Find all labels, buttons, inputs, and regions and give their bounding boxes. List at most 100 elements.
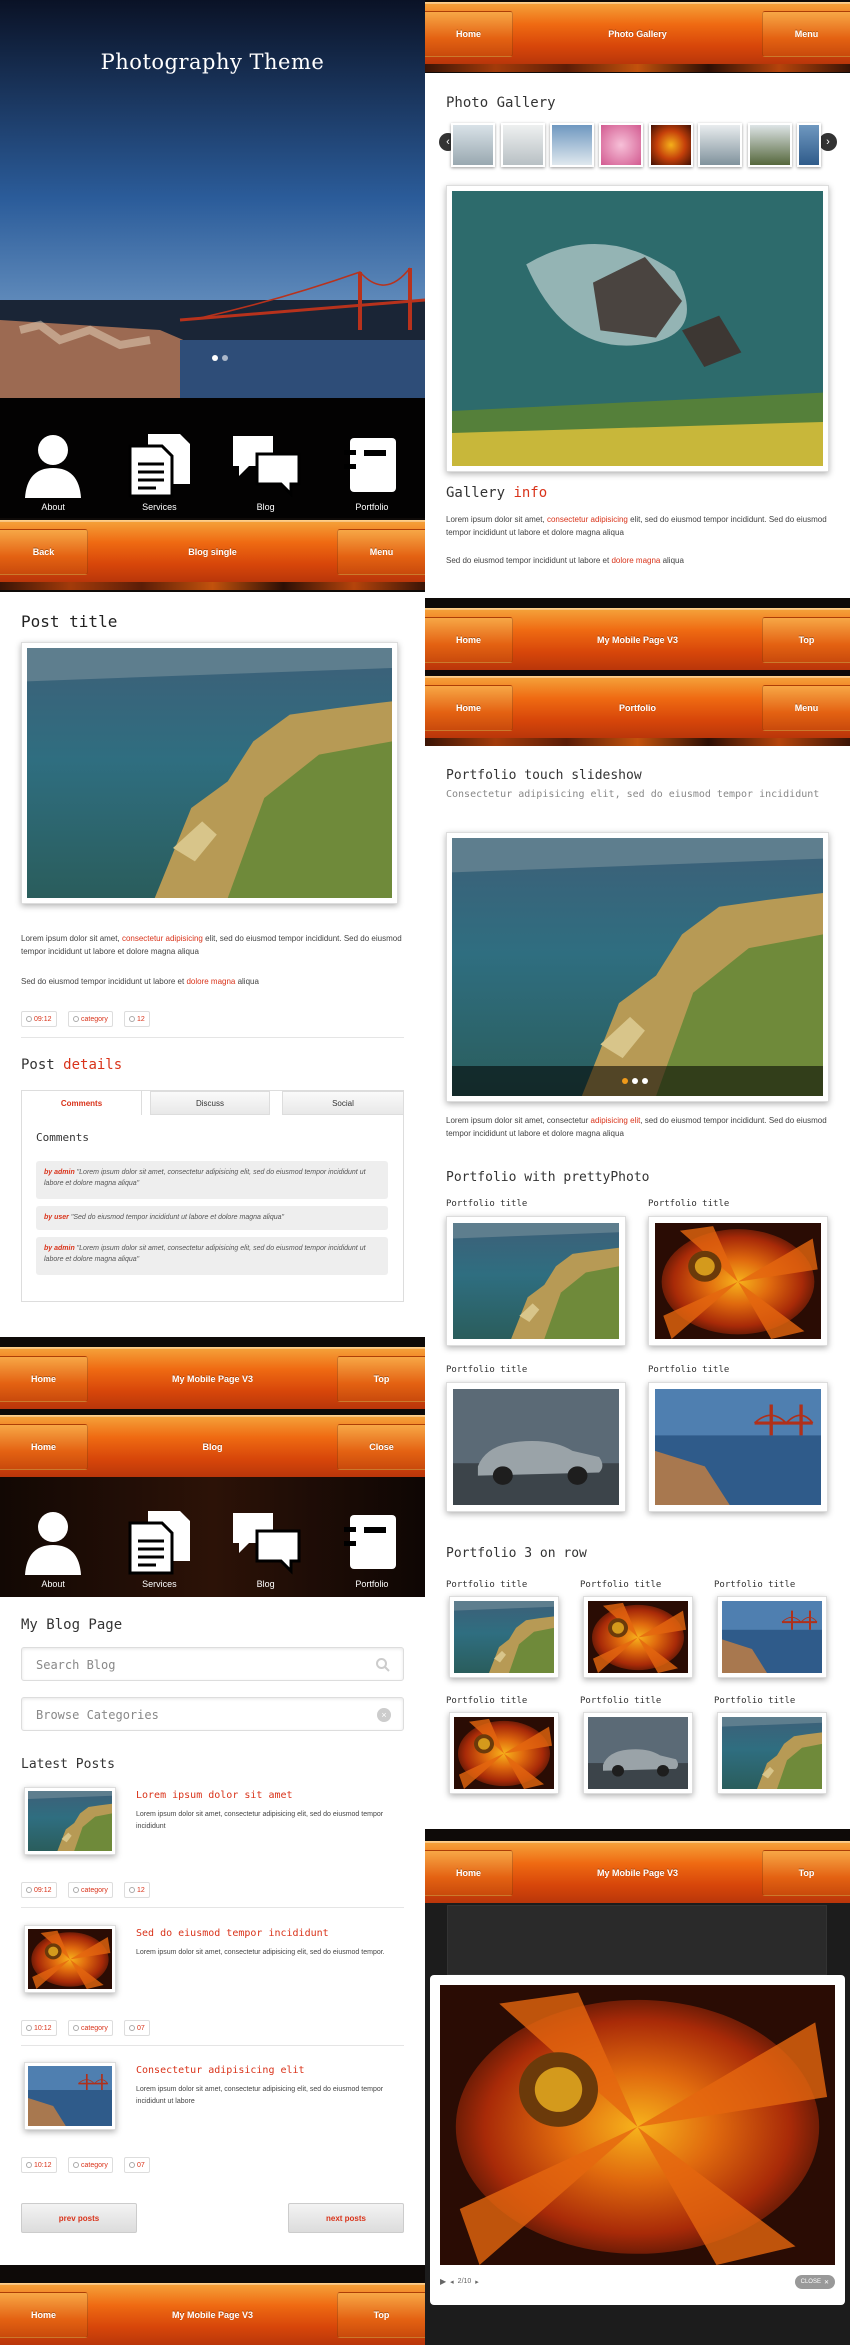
post-link-2[interactable]: dolore magna <box>186 977 235 986</box>
nav-about[interactable]: About <box>8 1509 98 1589</box>
top-button[interactable]: Top <box>762 1850 850 1896</box>
portfolio-thumb[interactable] <box>583 1596 693 1678</box>
portfolio-thumb[interactable] <box>446 1216 626 1346</box>
lightbox-controls: ▶ ◂ 2/10 ▸ <box>440 2277 479 2286</box>
comments-count-tag[interactable]: 12 <box>124 1011 150 1027</box>
menu-button[interactable]: Menu <box>762 11 850 57</box>
nav-blog[interactable]: Blog <box>221 1509 311 1589</box>
time-tag: 10:12 <box>21 2157 57 2173</box>
post-thumbnail[interactable] <box>24 2062 116 2130</box>
comments-count-tag[interactable]: 12 <box>124 1882 150 1898</box>
gallery-thumb[interactable] <box>451 123 495 167</box>
bar-title: Portfolio <box>619 702 656 713</box>
categories-select[interactable]: Browse Categories × <box>21 1697 404 1731</box>
gallery-info-heading: Gallery info <box>446 485 548 501</box>
post-excerpt: Lorem ipsum dolor sit amet, consectetur … <box>136 1811 384 1830</box>
next-icon[interactable]: ▸ <box>475 2278 479 2286</box>
next-posts-button[interactable]: next posts <box>288 2203 404 2233</box>
nav-portfolio[interactable]: Portfolio <box>327 1509 417 1589</box>
category-tag[interactable]: category <box>68 1011 113 1027</box>
post-thumbnail[interactable] <box>24 1925 116 1993</box>
post-link[interactable]: consectetur adipisicing <box>122 934 203 943</box>
tab-social[interactable]: Social <box>282 1091 404 1115</box>
clear-icon[interactable]: × <box>377 1708 391 1722</box>
portfolio-thumb[interactable] <box>717 1712 827 1794</box>
gallery-thumb[interactable] <box>599 123 643 167</box>
gallery-link-2[interactable]: dolore magna <box>611 556 660 565</box>
prev-posts-button[interactable]: prev posts <box>21 2203 137 2233</box>
category-tag[interactable]: category <box>68 1882 113 1898</box>
portfolio-thumb[interactable] <box>583 1712 693 1794</box>
home-button[interactable]: Home <box>425 617 513 663</box>
category-tag[interactable]: category <box>68 2020 113 2036</box>
gallery-paragraph-1: Lorem ipsum dolor sit amet, consectetur … <box>446 515 827 537</box>
home-button[interactable]: Home <box>425 11 513 57</box>
home-button[interactable]: Home <box>0 1424 88 1470</box>
post-thumbnail[interactable] <box>24 1787 116 1855</box>
comments-count-tag[interactable]: 07 <box>124 2020 150 2036</box>
search-icon[interactable] <box>375 1657 391 1673</box>
play-icon[interactable]: ▶ <box>440 2277 446 2286</box>
nav-about[interactable]: About <box>8 432 98 512</box>
notebook-icon <box>343 1515 396 1569</box>
post-title-link[interactable]: Sed do eiusmod tempor incididunt <box>136 1928 329 1939</box>
slide-dots[interactable] <box>212 355 228 361</box>
home-button[interactable]: Home <box>425 685 513 731</box>
portfolio-thumb[interactable] <box>449 1596 559 1678</box>
gallery-thumb[interactable] <box>649 123 693 167</box>
gallery-link[interactable]: consectetur adipisicing <box>547 515 628 524</box>
blog-title: My Blog Page <box>21 1617 123 1633</box>
menu-button[interactable]: Menu <box>337 529 425 575</box>
footer-bar: Home My Mobile Page V3 Top <box>0 1347 425 1409</box>
portfolio-title: Portfolio touch slideshow <box>446 768 642 783</box>
comments-count-tag[interactable]: 07 <box>124 2157 150 2173</box>
search-input[interactable]: Search Blog <box>21 1647 404 1681</box>
post-title: Post title <box>21 612 118 631</box>
nav-services[interactable]: Services <box>114 432 204 512</box>
home-button[interactable]: Home <box>0 1356 88 1402</box>
close-button[interactable]: Close <box>337 1424 425 1470</box>
post-title-link[interactable]: Lorem ipsum dolor sit amet <box>136 1790 293 1801</box>
portfolio-thumb[interactable] <box>449 1712 559 1794</box>
gallery-thumb[interactable] <box>550 123 594 167</box>
portfolio-thumb[interactable] <box>648 1216 828 1346</box>
gallery-thumb[interactable] <box>748 123 792 167</box>
tab-discuss[interactable]: Discuss <box>150 1091 270 1115</box>
gallery-thumb[interactable] <box>797 123 821 167</box>
prev-icon[interactable]: ◂ <box>450 2278 454 2286</box>
lightbox-overlay: ▶ ◂ 2/10 ▸ CLOSE ✕ <box>425 1903 850 2345</box>
slideshow-image[interactable] <box>446 832 829 1102</box>
top-button[interactable]: Top <box>337 1356 425 1402</box>
back-button[interactable]: Back <box>0 529 88 575</box>
gallery-thumb[interactable] <box>698 123 742 167</box>
category-tag[interactable]: category <box>68 2157 113 2173</box>
home-button[interactable]: Home <box>0 2292 88 2338</box>
gallery-main-image[interactable] <box>446 185 829 472</box>
top-button[interactable]: Top <box>762 617 850 663</box>
notebook-icon <box>343 438 396 492</box>
speech-bubbles-icon <box>232 436 301 498</box>
lightbox-image[interactable] <box>440 1985 835 2265</box>
bar-title: My Mobile Page V3 <box>596 1867 679 1878</box>
top-button[interactable]: Top <box>337 2292 425 2338</box>
tab-comments[interactable]: Comments <box>22 1091 142 1115</box>
gallery-paragraph-2: Sed do eiusmod tempor incididunt ut labo… <box>446 556 684 565</box>
portfolio-thumb[interactable] <box>446 1382 626 1512</box>
bar-title: My Mobile Page V3 <box>596 634 679 645</box>
menu-button[interactable]: Menu <box>762 685 850 731</box>
nav-services[interactable]: Services <box>114 1509 204 1589</box>
nav-blog[interactable]: Blog <box>221 432 311 512</box>
portfolio-link[interactable]: adipisicing elit <box>591 1116 641 1125</box>
post-title-link[interactable]: Consectetur adipisicing elit <box>136 2065 305 2076</box>
nav-portfolio[interactable]: Portfolio <box>327 432 417 512</box>
gallery-thumb[interactable] <box>501 123 545 167</box>
lightbox-close-button[interactable]: CLOSE ✕ <box>794 2275 835 2289</box>
post-excerpt: Lorem ipsum dolor sit amet, consectetur … <box>136 2086 384 2105</box>
portfolio-item-title: Portfolio title <box>714 1696 796 1706</box>
portfolio-thumb[interactable] <box>648 1382 828 1512</box>
portfolio-item-title: Portfolio title <box>648 1365 730 1375</box>
thumb-next-icon[interactable]: › <box>819 133 837 151</box>
portfolio-thumb[interactable] <box>717 1596 827 1678</box>
home-button[interactable]: Home <box>425 1850 513 1896</box>
slideshow-dots[interactable] <box>622 1078 648 1084</box>
